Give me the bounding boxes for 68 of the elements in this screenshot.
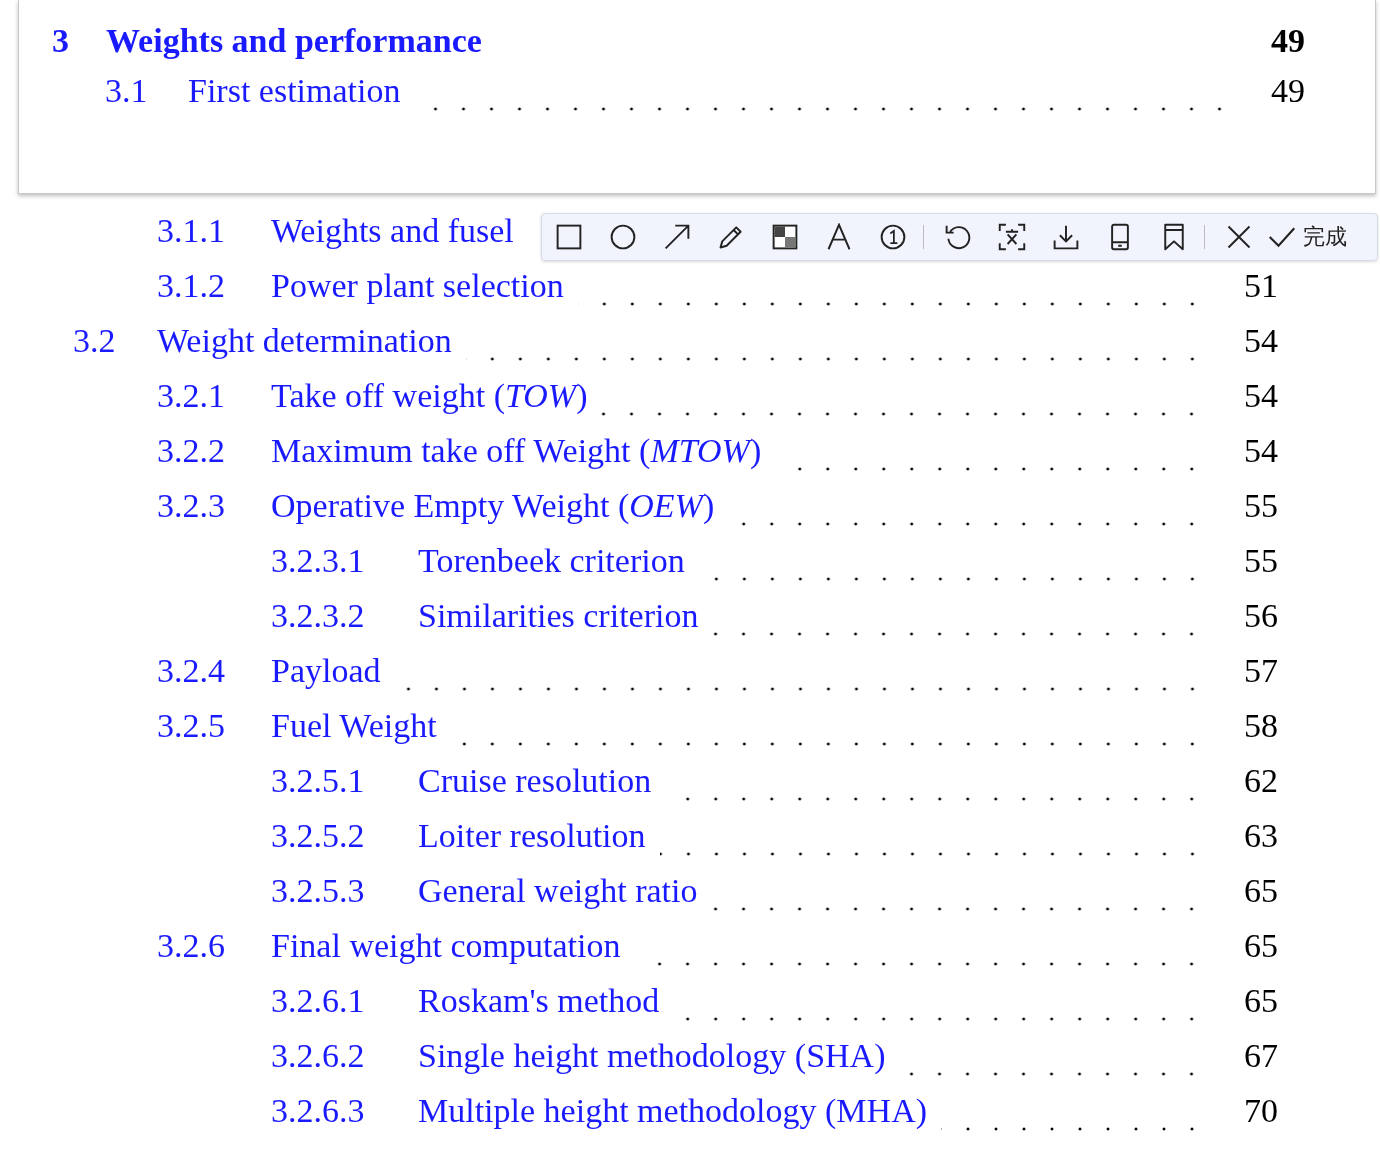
section-title[interactable]: Multiple height methodology (MHA)	[418, 1092, 927, 1130]
section-number[interactable]: 3.2	[73, 322, 157, 360]
page-number: 54	[1243, 377, 1278, 415]
section-number[interactable]: 3.2.5.3	[271, 872, 418, 910]
page-number: 65	[1243, 927, 1278, 965]
page-number: 49	[1270, 72, 1305, 110]
section-number[interactable]: 3.2.3.2	[271, 597, 418, 635]
section-title[interactable]: Maximum take off Weight (MTOW)	[271, 432, 762, 470]
circle-icon[interactable]	[609, 223, 637, 251]
section-title[interactable]: Final weight computation	[271, 927, 621, 965]
section-title[interactable]: Roskam's method	[418, 982, 660, 1020]
page-number: 65	[1243, 982, 1278, 1020]
section-number[interactable]: 3.2.6.1	[271, 982, 418, 1020]
page-number: 55	[1243, 542, 1278, 580]
section-number[interactable]: 3.2.3.1	[271, 542, 418, 580]
mosaic-icon[interactable]	[771, 223, 799, 251]
page-number: 65	[1243, 872, 1278, 910]
section-number[interactable]: 3.2.5	[157, 707, 271, 745]
undo-icon[interactable]	[944, 223, 972, 251]
section-number[interactable]: 3.2.1	[157, 377, 271, 415]
section-number[interactable]: 3.2.6	[157, 927, 271, 965]
page-number: 54	[1243, 432, 1278, 470]
section-number[interactable]: 3.1.2	[157, 267, 271, 305]
numbered-marker-icon[interactable]	[879, 223, 907, 251]
page-number: 54	[1243, 322, 1278, 360]
page-number: 57	[1243, 652, 1278, 690]
section-number[interactable]: 3.2.6.2	[271, 1037, 418, 1075]
section-title[interactable]: Power plant selection	[271, 267, 564, 305]
section-title[interactable]: Weights and fusel	[271, 212, 514, 250]
section-title[interactable]: Loiter resolution	[418, 817, 646, 855]
arrow-icon[interactable]	[663, 223, 691, 251]
section-title[interactable]: Payload	[271, 652, 381, 690]
section-title[interactable]: First estimation	[188, 72, 401, 110]
page-number: 56	[1243, 597, 1278, 635]
chapter-number[interactable]: 3	[52, 22, 106, 60]
section-title[interactable]: Single height methodology (SHA)	[418, 1037, 886, 1075]
section-number[interactable]: 3.2.2	[157, 432, 271, 470]
section-title[interactable]: Operative Empty Weight (OEW)	[271, 487, 715, 525]
section-title[interactable]: General weight ratio	[418, 872, 698, 910]
rectangle-icon[interactable]	[555, 223, 583, 251]
close-icon[interactable]	[1225, 223, 1253, 251]
section-number[interactable]: 3.1	[105, 72, 188, 110]
page-number: 55	[1243, 487, 1278, 525]
page-number: 63	[1243, 817, 1278, 855]
download-icon[interactable]	[1052, 223, 1080, 251]
done-button[interactable]: 完成	[1267, 222, 1347, 252]
section-title[interactable]: Fuel Weight	[271, 707, 437, 745]
section-number[interactable]: 3.2.3	[157, 487, 271, 525]
page-number: 49	[1271, 22, 1305, 60]
page-number: 62	[1243, 762, 1278, 800]
page-number: 70	[1243, 1092, 1278, 1130]
section-title[interactable]: Take off weight (TOW)	[271, 377, 588, 415]
text-extract-icon[interactable]	[998, 223, 1026, 251]
section-title[interactable]: Torenbeek criterion	[418, 542, 685, 580]
section-number[interactable]: 3.2.5.1	[271, 762, 418, 800]
text-tool-icon[interactable]	[825, 223, 853, 251]
page-number: 58	[1243, 707, 1278, 745]
page-number: 67	[1243, 1037, 1278, 1075]
section-number[interactable]: 3.1.1	[157, 212, 271, 250]
section-number[interactable]: 3.2.6.3	[271, 1092, 418, 1130]
section-title[interactable]: Weight determination	[157, 322, 452, 360]
section-title[interactable]: Cruise resolution	[418, 762, 652, 800]
section-number[interactable]: 3.2.4	[157, 652, 271, 690]
page-number: 51	[1243, 267, 1278, 305]
section-title[interactable]: Similarities criterion	[418, 597, 699, 635]
pencil-icon[interactable]	[717, 223, 745, 251]
section-number[interactable]: 3.2.5.2	[271, 817, 418, 855]
chapter-title[interactable]: Weights and performance	[106, 22, 482, 60]
